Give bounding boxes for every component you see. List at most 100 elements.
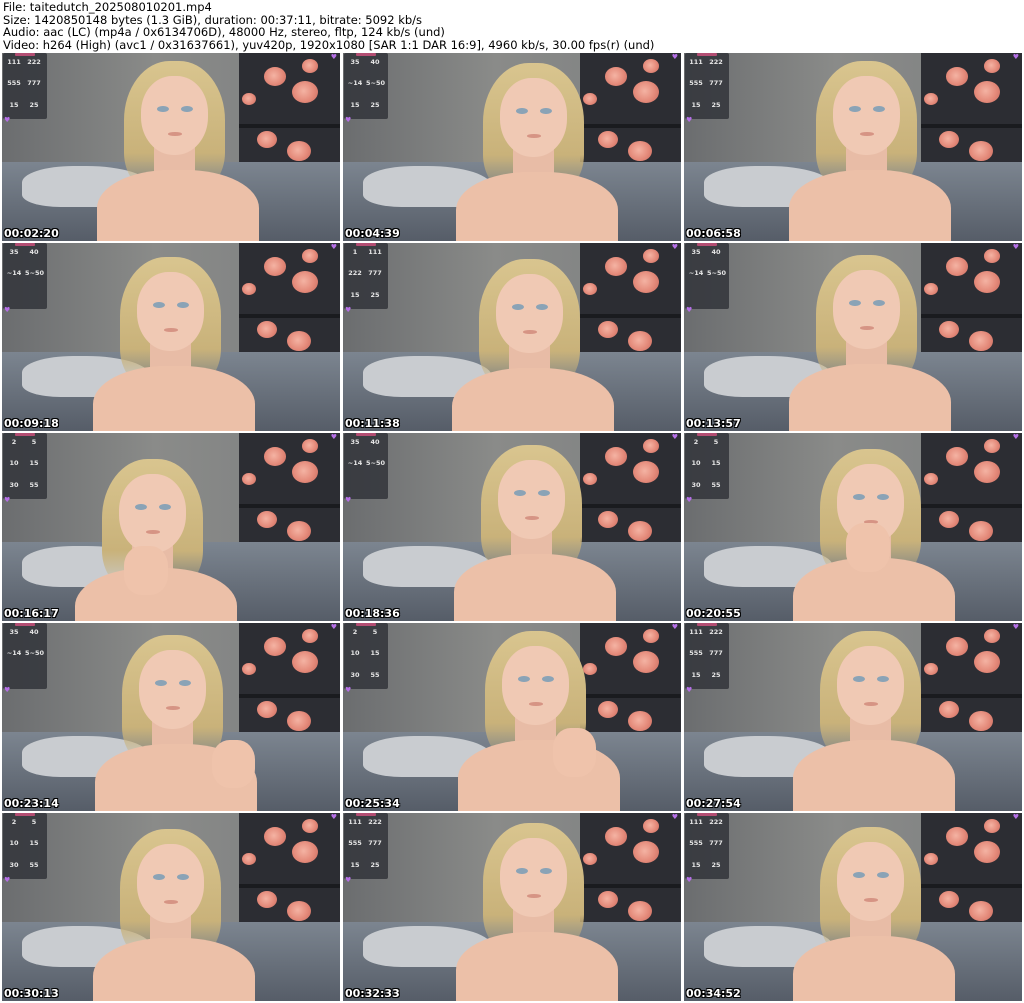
face — [832, 75, 901, 155]
tip-amount: 35 — [9, 628, 19, 636]
face — [136, 271, 205, 351]
eye — [156, 105, 169, 112]
mouth — [163, 328, 179, 333]
heart-icon: ♥ — [330, 433, 337, 441]
shoulders — [453, 553, 616, 621]
tip-amount: 10 — [9, 839, 19, 847]
eye — [154, 679, 167, 686]
tip-amount: 15 — [350, 101, 360, 109]
tip-value: 1 — [346, 249, 364, 263]
tip-amount: 111 — [348, 818, 362, 826]
tip-value — [25, 672, 43, 686]
tip-menu-overlay: 111 222 555 777 15 25 — [685, 53, 729, 119]
person — [359, 437, 681, 621]
video-thumbnail: 35 40 ~14 5~50 ♥ ♥ 00:18:36 — [343, 433, 681, 621]
shoulders — [788, 169, 951, 241]
person — [363, 623, 681, 811]
tip-value: 111 — [346, 819, 364, 833]
tip-value: 111 — [687, 629, 705, 643]
tip-menu-overlay: 2 5 10 15 30 55 — [344, 623, 388, 689]
tip-value: 35 — [5, 629, 23, 643]
tip-value: 5~50 — [25, 650, 44, 664]
tip-amount: 15 — [691, 101, 701, 109]
overlay-banner — [15, 53, 35, 56]
tip-amount: 25 — [370, 101, 380, 109]
tip-menu-overlay: 1 111 222 777 15 25 — [344, 243, 388, 309]
timestamp: 00:18:36 — [345, 607, 400, 620]
tip-value: 5 — [707, 439, 725, 453]
eye — [177, 873, 190, 880]
eye — [540, 107, 553, 114]
tip-amount: 555 — [689, 649, 703, 657]
overlay-banner — [697, 53, 717, 56]
tip-amount: 777 — [709, 839, 723, 847]
video-thumbnail: 35 40 ~14 5~50 ♥ ♥ 00:13:57 — [684, 243, 1022, 431]
tip-amount: 15 — [691, 671, 701, 679]
tip-amount: 25 — [29, 101, 39, 109]
tip-amount: 40 — [370, 58, 380, 66]
tip-value — [366, 482, 384, 496]
timestamp: 00:34:52 — [686, 987, 741, 1000]
hand — [846, 523, 891, 573]
tip-value: 777 — [25, 80, 43, 94]
tip-value: 15 — [687, 672, 705, 686]
timestamp: 00:11:38 — [345, 417, 400, 430]
tip-amount: 5~50 — [366, 459, 386, 467]
tip-amount: 35 — [9, 248, 19, 256]
eye — [134, 503, 147, 510]
tip-amount: ~14 — [6, 649, 22, 657]
tip-menu-overlay: 111 222 555 777 15 25 — [685, 623, 729, 689]
eye — [517, 675, 530, 682]
tip-value: 555 — [5, 80, 23, 94]
mouth — [863, 898, 879, 903]
mouth — [167, 132, 183, 137]
mouth — [165, 706, 181, 711]
tip-value: 2 — [5, 439, 23, 453]
tip-value: 40 — [25, 629, 43, 643]
heart-icon: ♥ — [4, 306, 11, 314]
mouth — [859, 132, 875, 137]
overlay-banner — [356, 53, 376, 56]
person — [2, 627, 338, 811]
shoulders — [455, 931, 618, 1001]
person — [2, 451, 318, 621]
tip-amount: 10 — [691, 459, 701, 467]
tip-value: 777 — [366, 840, 384, 854]
tip-value: 111 — [366, 249, 384, 263]
tip-amount: 777 — [27, 79, 41, 87]
tip-value: 5 — [25, 439, 43, 453]
tip-value: 222 — [707, 629, 725, 643]
tip-value: 222 — [707, 59, 725, 73]
hand — [211, 739, 256, 789]
tip-value: 222 — [346, 270, 364, 284]
tip-amount: 30 — [9, 861, 19, 869]
tip-amount: 15 — [350, 861, 360, 869]
heart-icon: ♥ — [671, 53, 678, 61]
overlay-banner — [15, 433, 35, 436]
overlay-banner — [15, 243, 35, 246]
shoulders — [792, 935, 955, 1001]
tip-amount: 35 — [350, 438, 360, 446]
mouth — [526, 134, 542, 139]
timestamp: 00:23:14 — [4, 797, 59, 810]
hand — [552, 728, 597, 778]
tip-amount: 555 — [689, 839, 703, 847]
tip-value: 5~50 — [366, 80, 385, 94]
tip-value: 10 — [687, 460, 705, 474]
tip-amount: ~14 — [6, 269, 22, 277]
video-thumbnail: 35 40 ~14 5~50 ♥ ♥ 00:23:14 — [2, 623, 340, 811]
tip-value: 777 — [707, 650, 725, 664]
shoulders — [96, 169, 259, 241]
tip-amount: 40 — [29, 628, 39, 636]
tip-value: 5~50 — [25, 270, 44, 284]
tip-value: 222 — [25, 59, 43, 73]
overlay-banner — [697, 243, 717, 246]
heart-icon: ♥ — [671, 243, 678, 251]
tip-value: ~14 — [5, 270, 23, 284]
tip-amount: 777 — [368, 839, 382, 847]
tip-value: 30 — [687, 482, 705, 496]
tip-amount: 15 — [370, 649, 380, 657]
heart-icon: ♥ — [330, 243, 337, 251]
heart-icon: ♥ — [330, 623, 337, 631]
tip-amount: 222 — [27, 58, 41, 66]
